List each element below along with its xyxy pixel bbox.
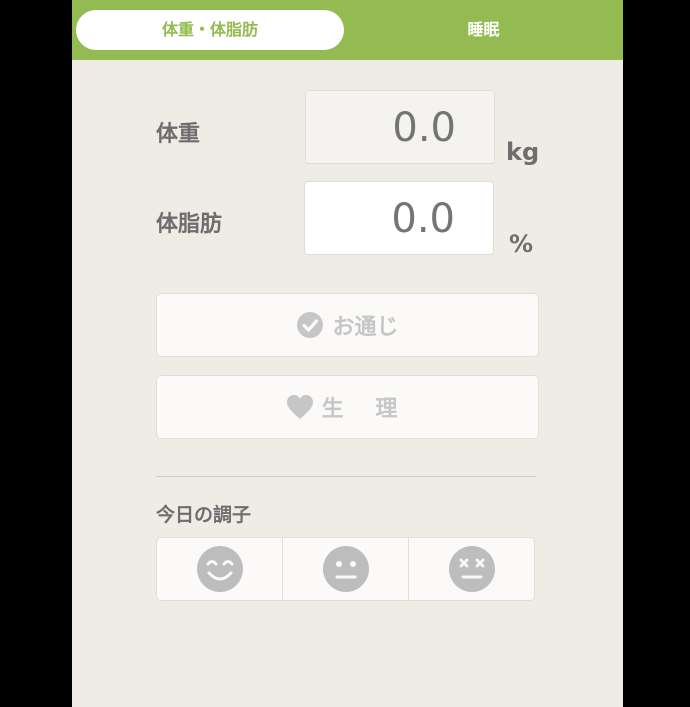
- bodyfat-unit: %: [509, 230, 534, 258]
- check-circle-icon: [297, 312, 324, 338]
- condition-selector: [156, 537, 535, 601]
- neutral-face-icon: [322, 546, 369, 592]
- weight-unit: kg: [506, 138, 540, 166]
- bodyfat-label: 体脂肪: [156, 212, 223, 237]
- bodyfat-input[interactable]: 0.0: [304, 181, 494, 255]
- todays-condition-label: 今日の調子: [156, 504, 252, 526]
- mood-neutral-button[interactable]: [282, 538, 408, 600]
- bowel-movement-button[interactable]: お通じ: [156, 293, 539, 357]
- divider: [156, 476, 536, 477]
- tab-sleep[interactable]: 睡眠: [348, 10, 619, 50]
- period-button[interactable]: 生 理: [156, 375, 539, 439]
- app-screen: 体重・体脂肪 睡眠 体重 0.0 kg 体脂肪 0.0 % お通じ 生 理 今日…: [72, 0, 623, 707]
- weight-input[interactable]: 0.0: [305, 90, 495, 164]
- period-label: 生 理: [321, 397, 410, 422]
- bowel-movement-label: お通じ: [332, 315, 399, 340]
- tab-weight-bodyfat[interactable]: 体重・体脂肪: [76, 10, 344, 50]
- heart-icon: [286, 395, 313, 419]
- mood-bad-button[interactable]: [408, 538, 534, 600]
- mood-good-button[interactable]: [157, 538, 282, 600]
- dizzy-face-icon: [448, 546, 495, 592]
- smile-face-icon: [196, 546, 243, 592]
- tab-bar: 体重・体脂肪 睡眠: [72, 0, 623, 60]
- weight-label: 体重: [156, 122, 201, 147]
